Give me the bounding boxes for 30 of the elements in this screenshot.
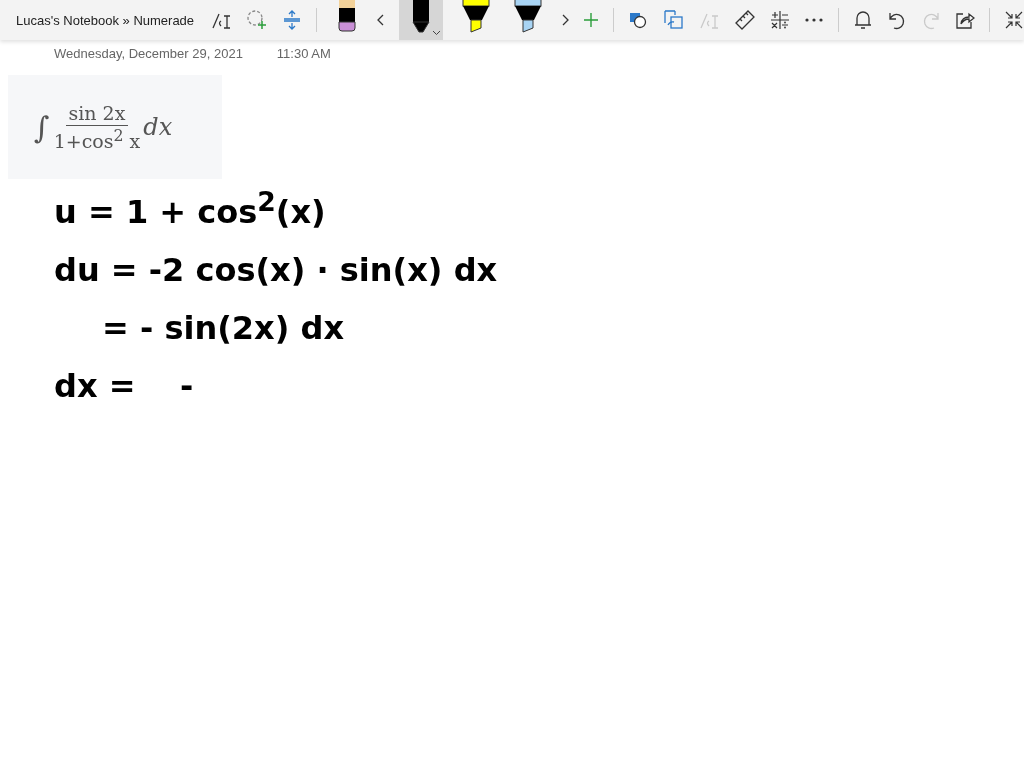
undo-icon[interactable] bbox=[887, 10, 907, 30]
shapes-icon[interactable] bbox=[628, 10, 648, 30]
lasso-icon[interactable] bbox=[246, 9, 268, 31]
pen-button[interactable] bbox=[399, 0, 443, 40]
pen-icon bbox=[335, 0, 359, 34]
collapse-icon[interactable] bbox=[1004, 10, 1024, 30]
handwritten-line: dx = - bbox=[54, 365, 195, 407]
share-icon[interactable] bbox=[955, 10, 975, 30]
chevron-down-icon[interactable] bbox=[432, 30, 441, 36]
handwritten-line: = - sin(2x) dx bbox=[101, 307, 345, 349]
page-date: Wednesday, December 29, 2021 bbox=[54, 46, 243, 61]
integral-sign: ∫ bbox=[34, 109, 50, 145]
add-space-icon[interactable] bbox=[282, 10, 302, 30]
math-icon[interactable] bbox=[770, 10, 790, 30]
bell-icon[interactable] bbox=[853, 10, 873, 30]
scroll-left-icon[interactable] bbox=[377, 14, 385, 26]
ruler-icon[interactable] bbox=[734, 9, 756, 31]
handwritten-line: u = 1 + cos$^{2}$(x) bbox=[54, 185, 327, 233]
numerator: sin 2x bbox=[65, 101, 129, 126]
ink-to-shape-icon[interactable] bbox=[662, 9, 684, 31]
window-title: Lucas's Notebook » Numerade bbox=[16, 12, 196, 28]
differential: dx bbox=[143, 113, 173, 141]
pen-icon bbox=[409, 0, 433, 34]
highlighter-icon bbox=[513, 0, 543, 34]
denominator: 1+cos$^{2}$ x bbox=[53, 125, 141, 153]
handwritten-line: du = -2 cos(x) · sin(x) dx bbox=[54, 249, 499, 291]
scroll-right-icon[interactable] bbox=[561, 14, 569, 26]
page-time: 11:30 AM bbox=[276, 46, 331, 61]
more-icon[interactable] bbox=[804, 17, 824, 23]
highlighter-icon bbox=[461, 0, 491, 34]
